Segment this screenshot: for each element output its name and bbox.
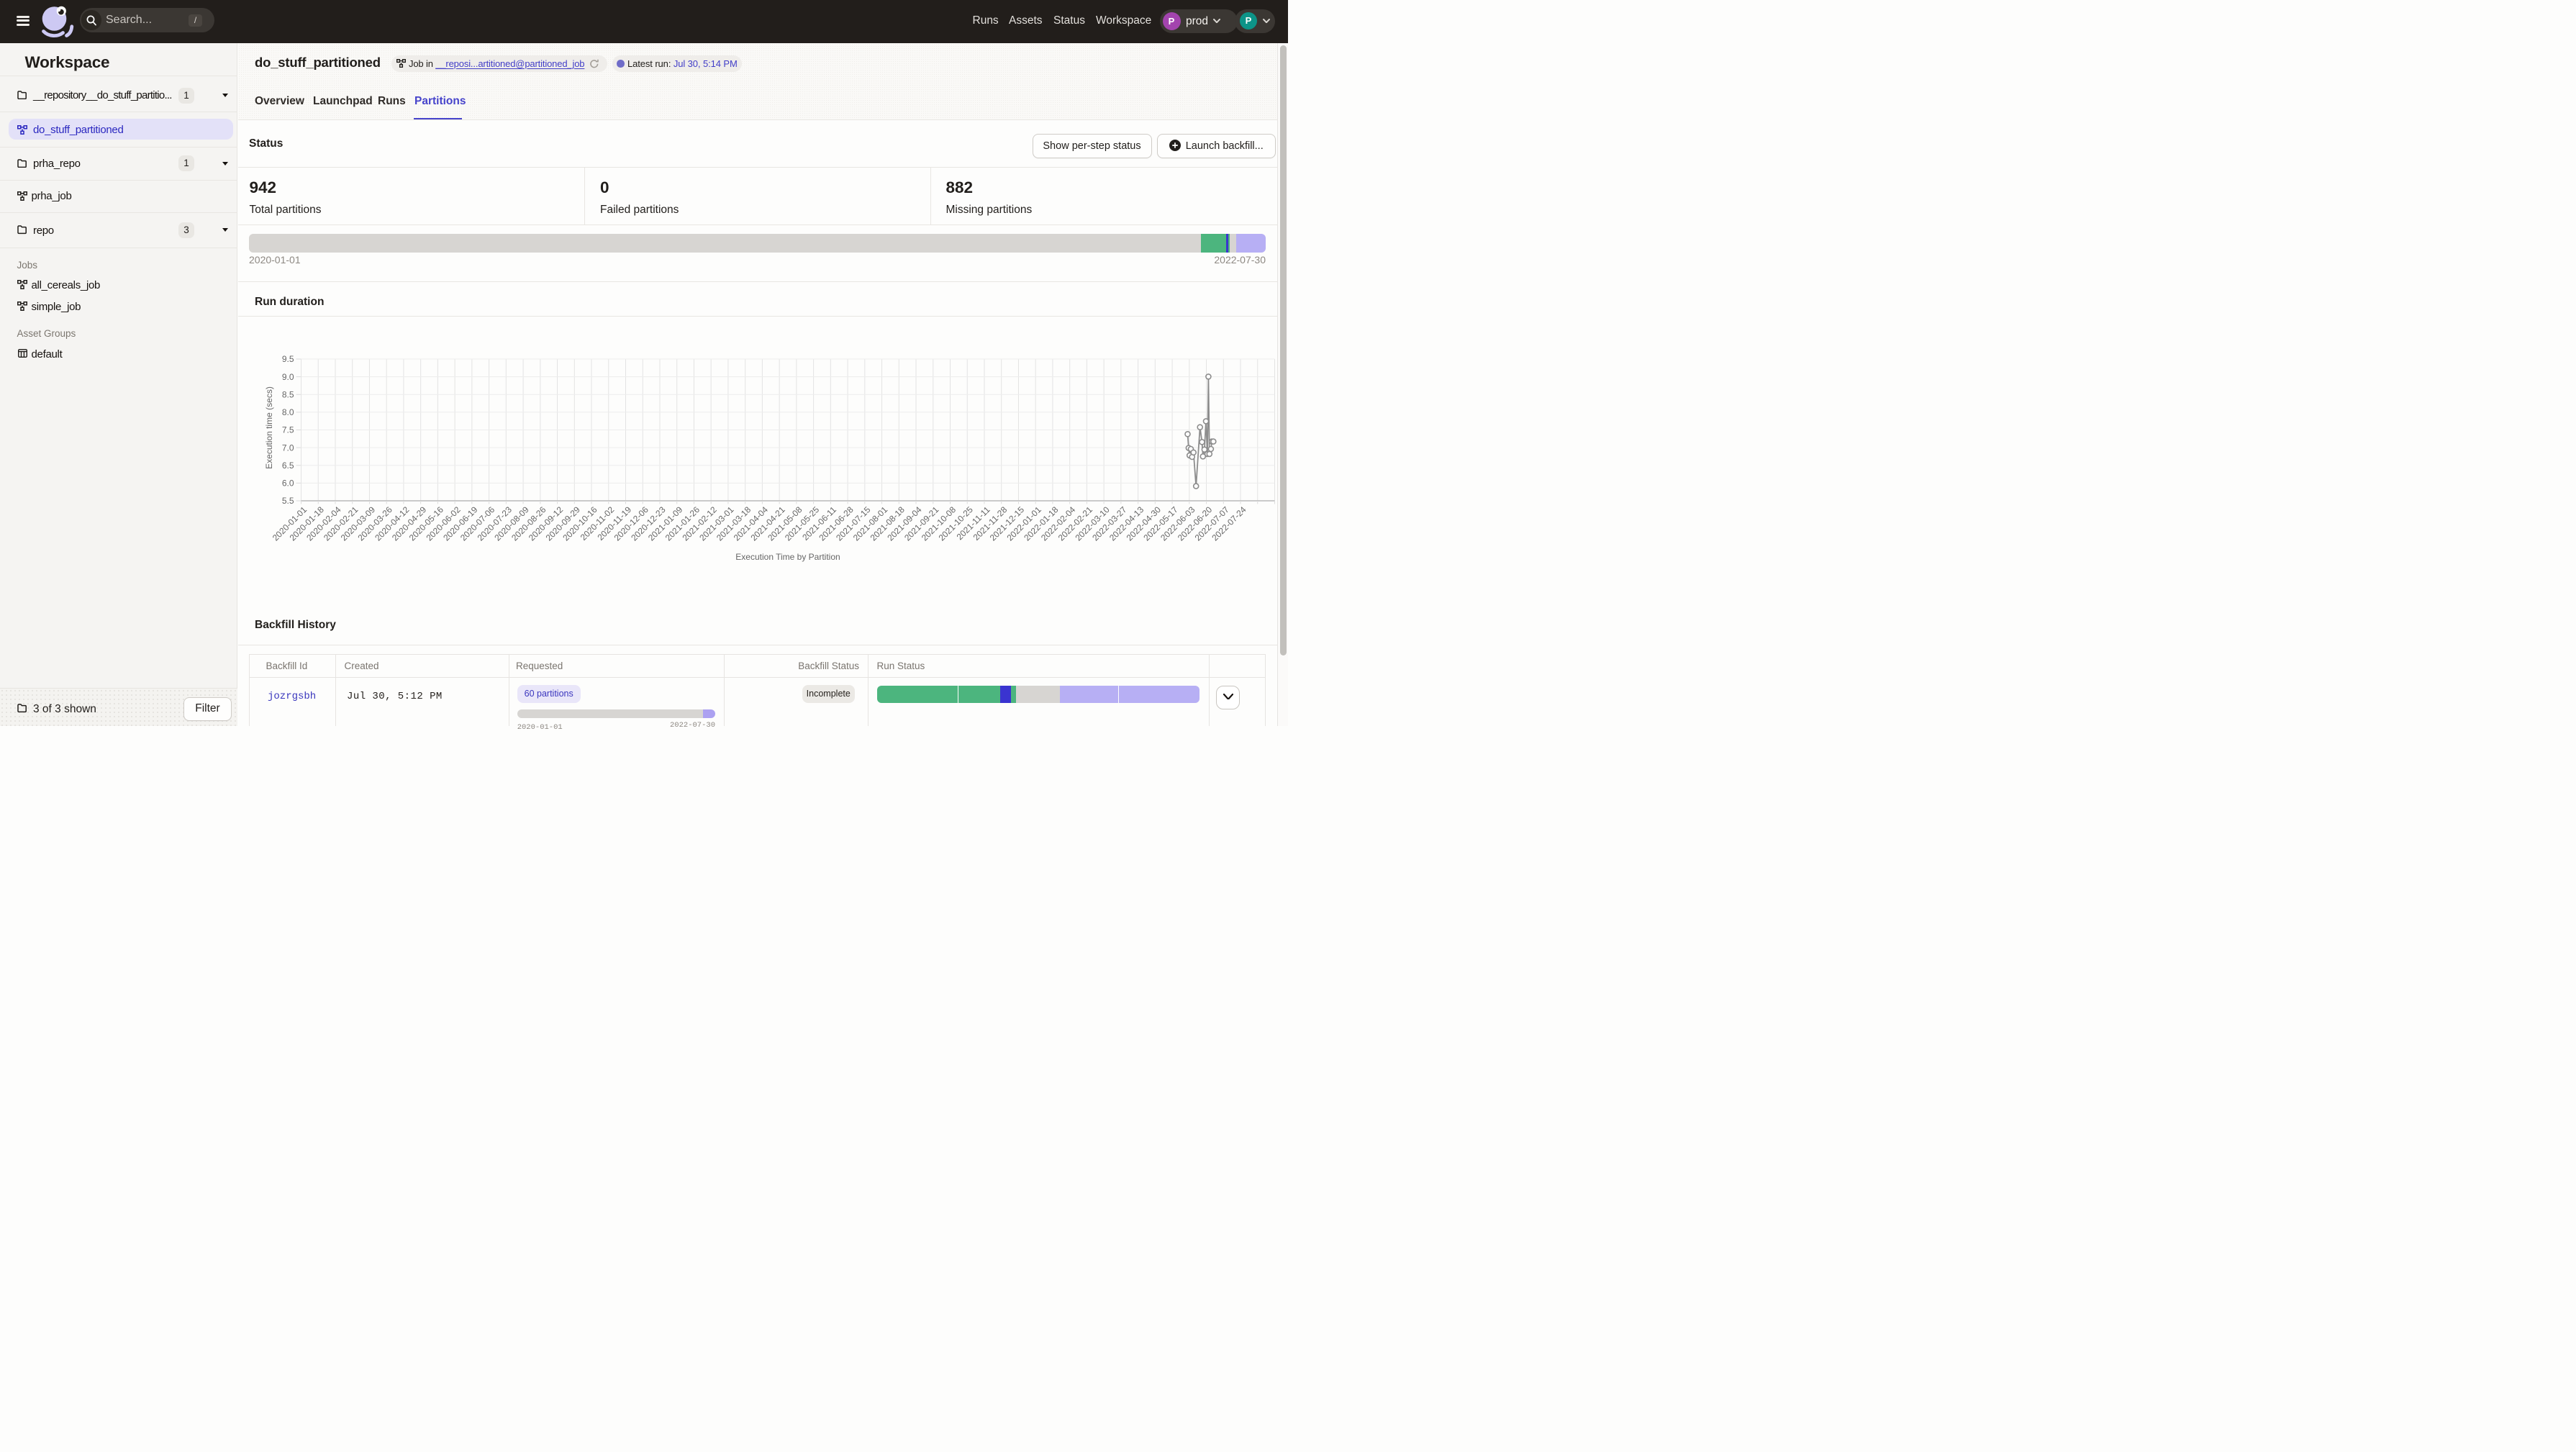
svg-text:9.5: 9.5 [282,354,294,364]
svg-text:6.5: 6.5 [282,460,294,471]
svg-text:7.5: 7.5 [282,425,294,435]
svg-text:5.5: 5.5 [282,496,294,506]
svg-text:8.0: 8.0 [282,407,294,417]
svg-text:Execution Time by Partition: Execution Time by Partition [735,552,840,562]
svg-text:9.0: 9.0 [282,372,294,382]
svg-text:6.0: 6.0 [282,478,294,489]
svg-text:Execution time (secs): Execution time (secs) [264,386,274,469]
svg-text:8.5: 8.5 [282,390,294,400]
svg-text:7.0: 7.0 [282,443,294,453]
